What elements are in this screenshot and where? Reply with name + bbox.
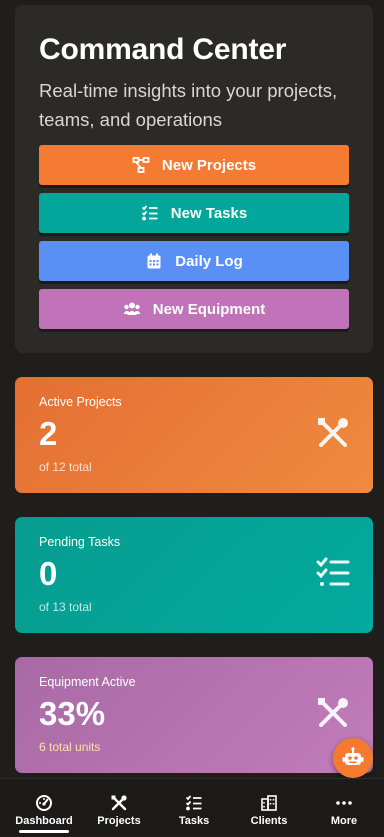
gauge-icon <box>35 794 53 812</box>
nav-more[interactable]: More <box>306 779 382 837</box>
building-icon <box>260 794 278 812</box>
tools-icon <box>110 794 128 812</box>
stat-label: Pending Tasks <box>39 535 121 549</box>
checklist-icon <box>185 794 203 812</box>
calendar-icon <box>145 252 163 270</box>
nav-label: Dashboard <box>15 815 73 827</box>
hero-panel: Command Center Real-time insights into y… <box>15 5 373 353</box>
new-tasks-button[interactable]: New Tasks <box>39 193 349 233</box>
stat-value: 2 <box>39 415 58 452</box>
checklist-icon <box>141 204 159 222</box>
nav-clients[interactable]: Clients <box>231 779 307 837</box>
daily-log-label: Daily Log <box>175 252 243 270</box>
new-equipment-button[interactable]: New Equipment <box>39 289 349 329</box>
new-projects-label: New Projects <box>161 156 257 174</box>
stat-label: Equipment Active <box>39 675 136 689</box>
nav-label: Tasks <box>178 815 210 827</box>
stat-card-active-projects[interactable]: Active Projects 2 of 12 total <box>15 377 373 493</box>
nav-label: Projects <box>97 815 141 827</box>
new-tasks-label: New Tasks <box>170 204 248 222</box>
page-title: Command Center <box>39 33 287 66</box>
new-equipment-label: New Equipment <box>152 300 266 318</box>
active-indicator <box>19 830 69 833</box>
assistant-button[interactable] <box>333 738 373 778</box>
tools-icon <box>315 695 351 731</box>
stat-subtext: of 13 total <box>39 600 92 614</box>
stat-value: 0 <box>39 555 58 592</box>
bottom-nav: Dashboard Projects Tasks Clients More <box>0 778 384 836</box>
nav-dashboard[interactable]: Dashboard <box>6 779 82 837</box>
tools-icon <box>315 415 351 451</box>
dots-icon <box>335 794 353 812</box>
diagram-icon <box>132 156 150 174</box>
new-projects-button[interactable]: New Projects <box>39 145 349 185</box>
stat-subtext: of 12 total <box>39 460 92 474</box>
nav-projects[interactable]: Projects <box>81 779 157 837</box>
robot-icon <box>341 746 365 770</box>
nav-label: Clients <box>250 815 288 827</box>
stat-subtext: 6 total units <box>39 740 101 754</box>
stat-value: 33% <box>39 695 106 732</box>
daily-log-button[interactable]: Daily Log <box>39 241 349 281</box>
nav-tasks[interactable]: Tasks <box>156 779 232 837</box>
checklist-icon <box>315 555 351 591</box>
stat-card-equipment-active[interactable]: Equipment Active 33% 6 total units <box>15 657 373 773</box>
nav-label: More <box>330 815 358 827</box>
users-icon <box>123 300 141 318</box>
stat-card-pending-tasks[interactable]: Pending Tasks 0 of 13 total <box>15 517 373 633</box>
stat-label: Active Projects <box>39 395 122 409</box>
page-subtitle: Real-time insights into your projects, t… <box>39 80 338 130</box>
